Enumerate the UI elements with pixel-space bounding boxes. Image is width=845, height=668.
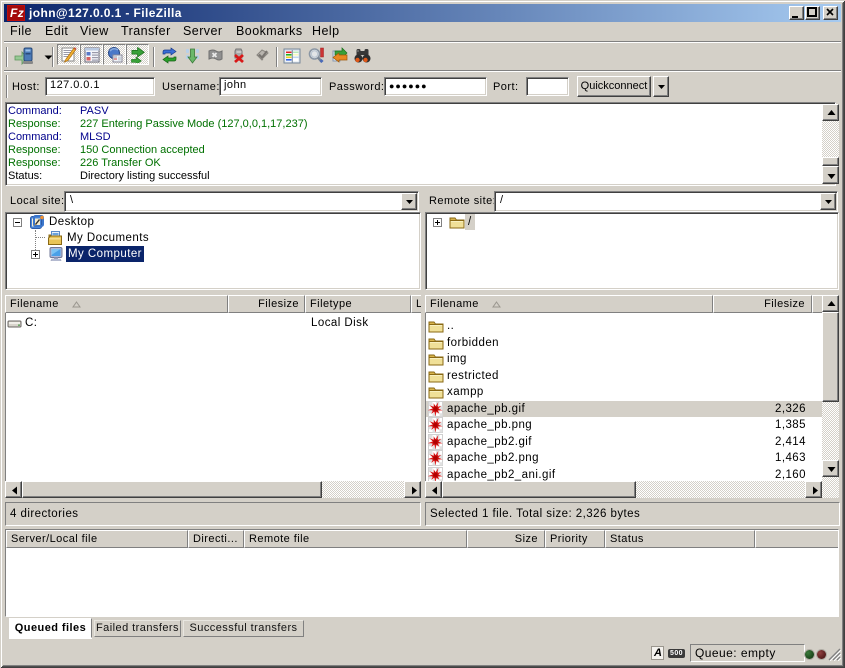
svg-text:Fz: Fz [10, 6, 24, 20]
